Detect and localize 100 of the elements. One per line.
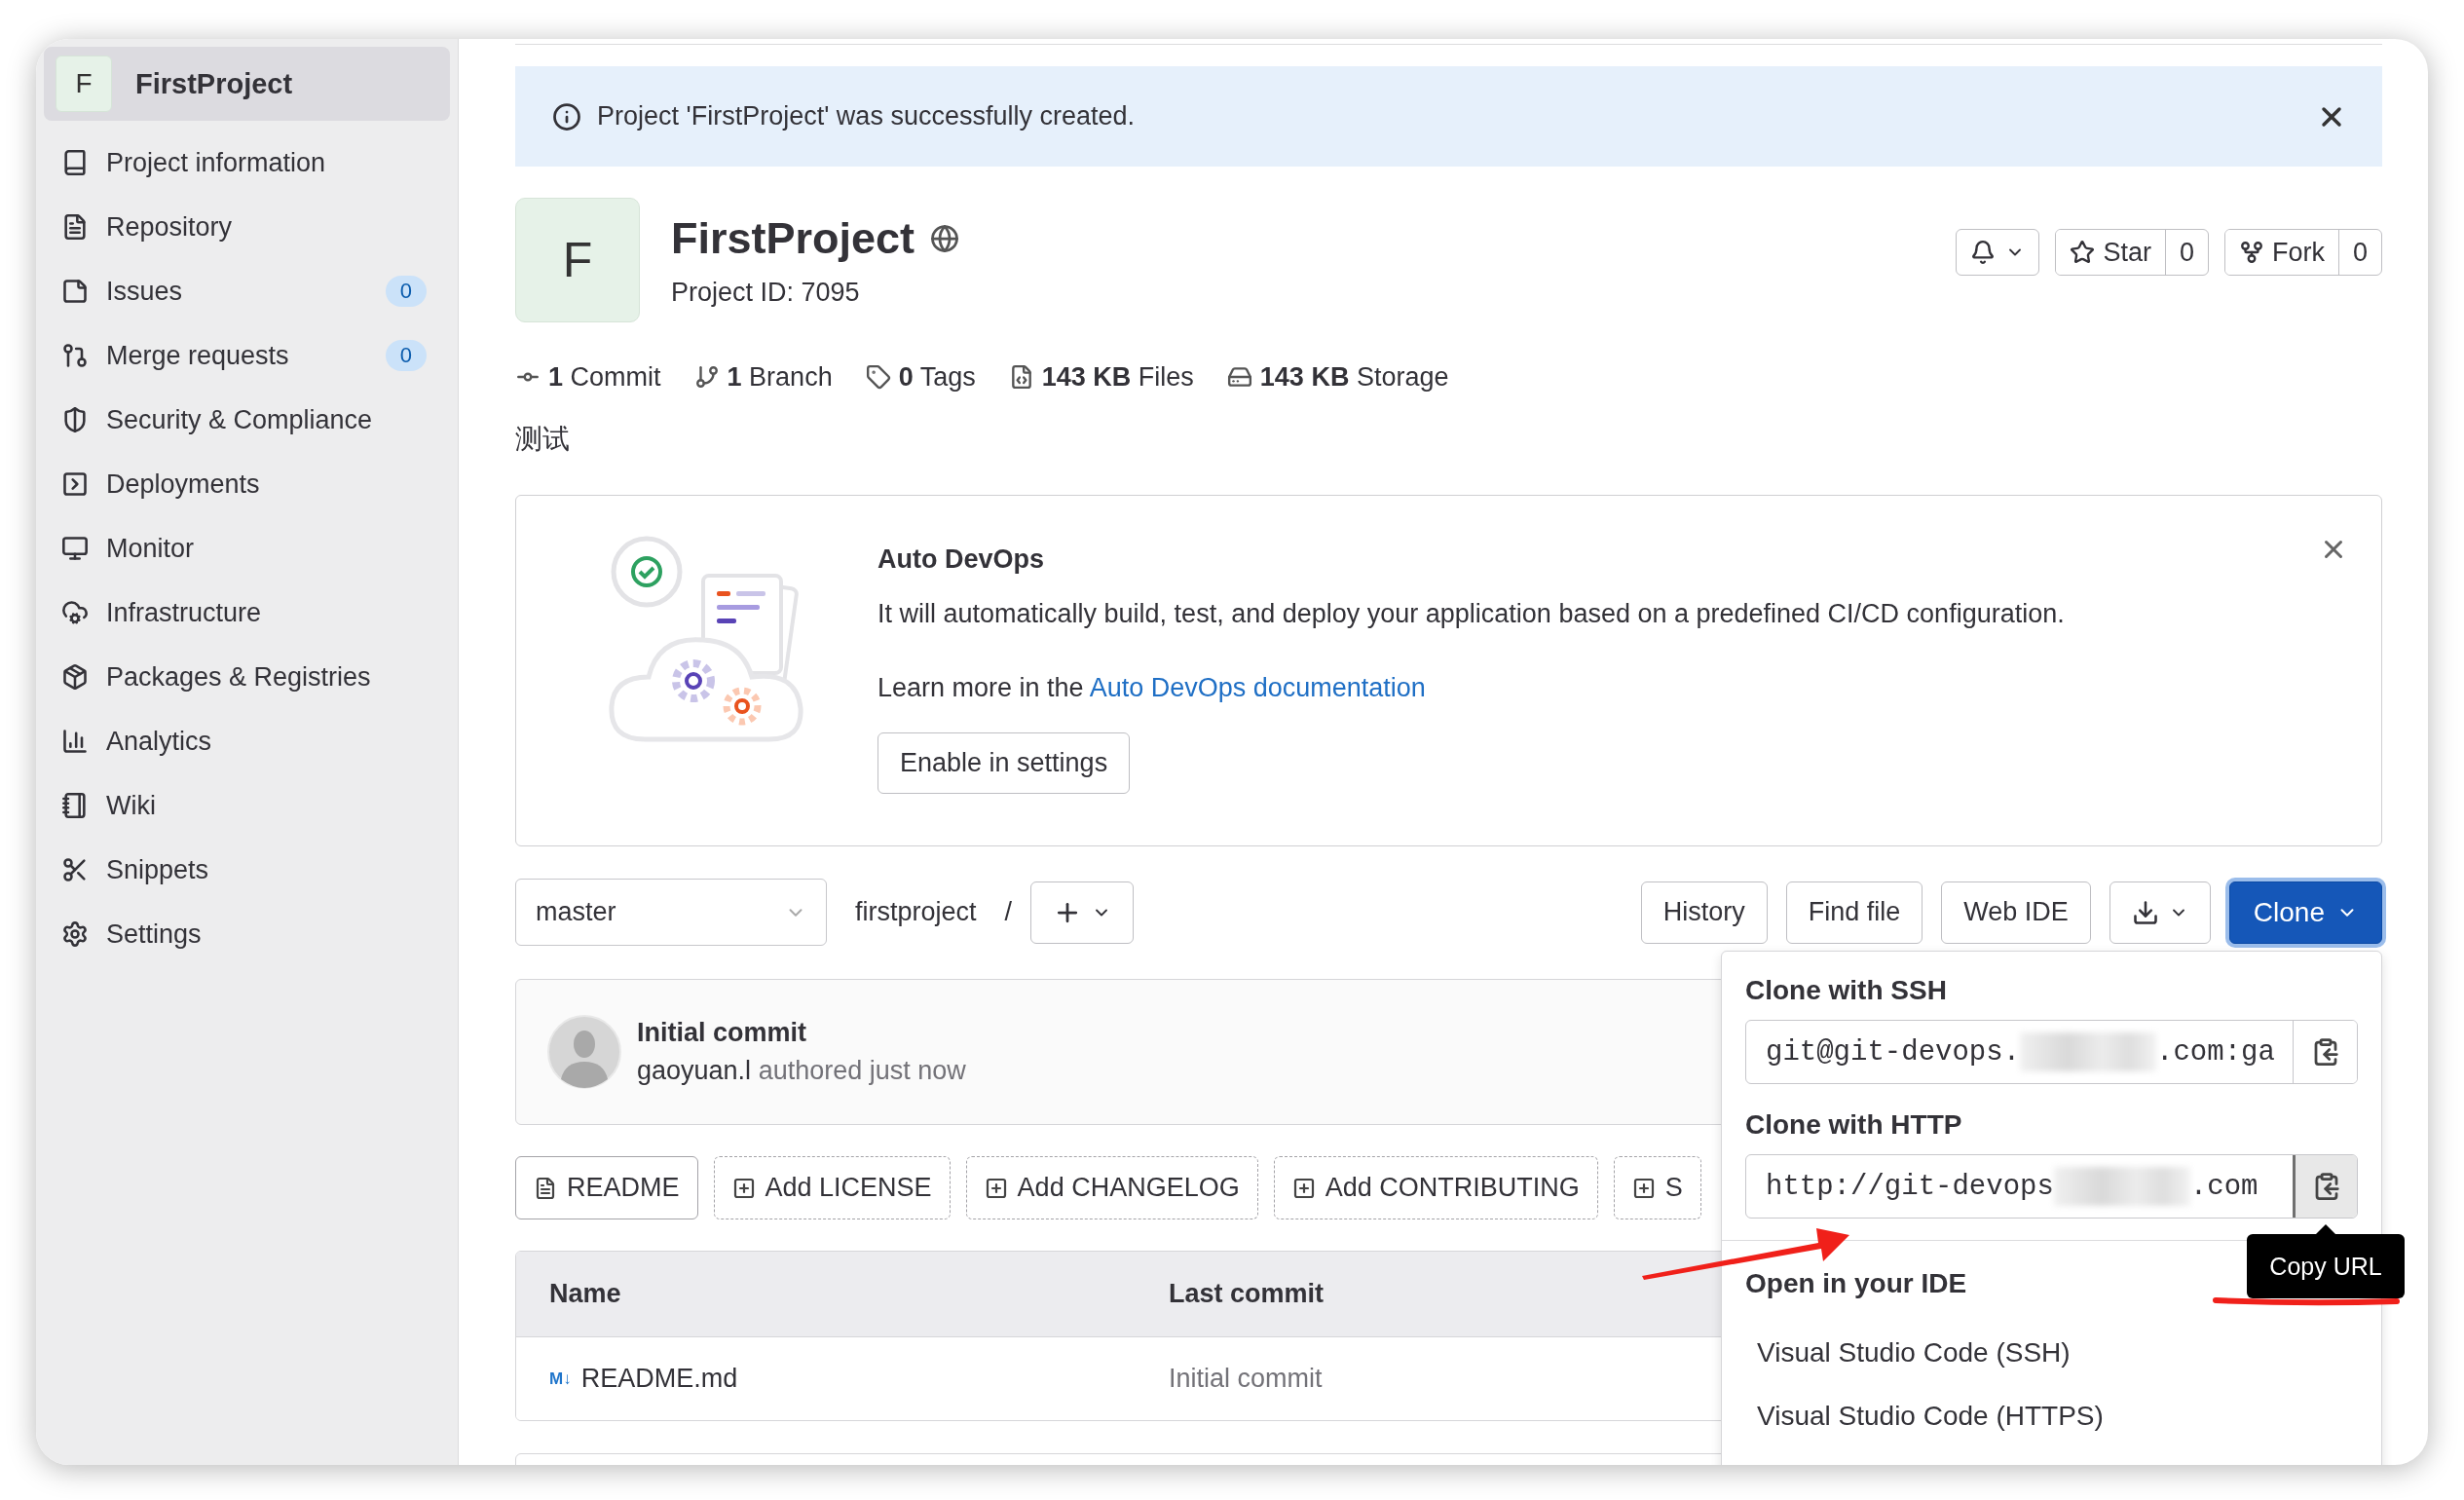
tooltip-arrow	[2316, 1224, 2335, 1234]
settings-icon	[61, 920, 89, 948]
file-button[interactable]: Add CHANGELOG	[965, 1156, 1258, 1219]
count-badge: 0	[385, 340, 427, 371]
merge-request-icon	[61, 342, 89, 369]
project-name: FirstProject	[135, 67, 293, 100]
sidebar-item[interactable]: Snippets	[36, 838, 458, 902]
sidebar-item[interactable]: Analytics	[36, 709, 458, 773]
column-header: Name	[549, 1279, 621, 1309]
sidebar-item[interactable]: Packages & Registries	[36, 645, 458, 709]
sidebar-item-label: Security & Compliance	[106, 404, 374, 435]
copy-button[interactable]	[2293, 1021, 2357, 1083]
notification-button[interactable]	[1956, 229, 2040, 276]
project-title: FirstProject	[671, 212, 915, 264]
path-separator: /	[1004, 897, 1013, 927]
table-cell: Initial commit	[1169, 1364, 1323, 1394]
commit-title: Initial commit	[637, 1018, 808, 1048]
file-name[interactable]: README.md	[580, 1364, 738, 1394]
stat-link[interactable]: 0 Tags	[865, 361, 976, 393]
sidebar-item[interactable]: Infrastructure	[36, 581, 458, 645]
file-button[interactable]: Add LICENSE	[713, 1156, 951, 1219]
fork-icon	[2238, 240, 2264, 265]
stat-text: 143 KB Files	[1041, 361, 1194, 393]
monitor-icon	[61, 535, 89, 562]
menu-item[interactable]: Visual Studio Code (HTTPS)	[1757, 1384, 2104, 1447]
package-icon	[61, 663, 89, 691]
sidebar-item-label: Packages & Registries	[106, 661, 372, 693]
sidebar-item[interactable]: Deployments	[36, 452, 458, 516]
section-title: Clone with SSH	[1745, 974, 1947, 1007]
enable-settings-button[interactable]: Enable in settings	[877, 732, 1131, 794]
storage-icon	[1226, 364, 1252, 390]
count-badge: 0	[385, 276, 427, 307]
column-header: Last commit	[1169, 1279, 1325, 1309]
stat-link[interactable]: 143 KB Files	[1008, 361, 1194, 393]
stat-link[interactable]: 1 Commit	[515, 361, 661, 393]
file-button[interactable]: S	[1613, 1156, 1701, 1219]
download-icon	[2131, 898, 2159, 926]
sidebar-item[interactable]: Repository	[36, 195, 458, 259]
sidebar-item[interactable]: Security & Compliance	[36, 388, 458, 452]
stat-link[interactable]: 1 Branch	[693, 361, 833, 393]
scissors-icon	[61, 856, 89, 883]
book-icon	[61, 149, 89, 176]
project-id: Project ID: 7095	[671, 277, 861, 308]
alert-message: Project 'FirstProject' was successfully created.	[597, 101, 1136, 131]
file-button[interactable]: README	[515, 1156, 698, 1219]
sidebar-item-label: Repository	[106, 211, 234, 243]
plus-square-icon	[1631, 1176, 1656, 1200]
stat-text: 1 Commit	[548, 361, 661, 393]
note-icon	[61, 278, 89, 305]
sidebar-item[interactable]: Monitor	[36, 516, 458, 581]
file-button[interactable]: Add CONTRIBUTING	[1273, 1156, 1598, 1219]
project-avatar: F	[56, 56, 112, 112]
stat-text: 1 Branch	[727, 361, 833, 393]
project-avatar: F	[515, 198, 640, 322]
document-icon	[61, 213, 89, 241]
sidebar-item-label: Project information	[106, 147, 327, 178]
card-text: It will automatically build, test, and deploy your application based on a predefined CI/CD configuration.	[877, 599, 2066, 629]
sidebar-item[interactable]: Merge requests 0	[36, 323, 458, 388]
sidebar-item-label: Monitor	[106, 533, 196, 564]
sidebar-item-label: Analytics	[106, 726, 213, 757]
menu-item[interactable]: Visual Studio Code (SSH)	[1757, 1321, 2071, 1384]
commit-meta: gaoyuan.l authored just now	[637, 1056, 966, 1086]
toolbar-button[interactable]: Find file	[1785, 881, 1923, 944]
sidebar-item[interactable]: Project information	[36, 131, 458, 195]
sidebar-item-label: Wiki	[106, 790, 157, 821]
tag-icon	[865, 364, 891, 390]
document-icon	[534, 1176, 557, 1200]
plus-square-icon	[1291, 1176, 1316, 1200]
action-count[interactable]: 0	[2164, 230, 2208, 275]
cloud-gear-icon	[61, 599, 89, 626]
project-nav-header[interactable]: F FirstProject	[44, 47, 450, 121]
toolbar-button[interactable]: History	[1640, 881, 1768, 944]
info-icon	[552, 101, 581, 131]
branch-icon	[693, 364, 720, 390]
sidebar-item[interactable]: Issues 0	[36, 259, 458, 323]
copy-button[interactable]	[2293, 1155, 2357, 1218]
branch-dropdown[interactable]: master	[515, 879, 827, 946]
star-icon	[2070, 240, 2096, 265]
shield-icon	[61, 406, 89, 433]
sidebar-item-label: Infrastructure	[106, 597, 263, 628]
plus-square-icon	[731, 1176, 756, 1200]
tooltip: Copy URL	[2247, 1234, 2405, 1298]
documentation-link[interactable]: Auto DevOps documentation	[1089, 673, 1426, 702]
sidebar-item-label: Deployments	[106, 469, 261, 500]
sidebar-item-label: Merge requests	[106, 340, 290, 371]
card-title: Auto DevOps	[877, 544, 1046, 575]
sidebar-item-label: Settings	[106, 919, 203, 950]
project-description: 测试	[515, 423, 571, 456]
action-count[interactable]: 0	[2337, 230, 2381, 275]
toolbar-button[interactable]: Web IDE	[1941, 881, 2091, 944]
path-breadcrumb: firstproject	[855, 897, 977, 927]
sidebar-item-label: Issues	[106, 276, 184, 307]
markdown-icon: M↓	[549, 1369, 572, 1389]
sidebar-item[interactable]: Settings	[36, 902, 458, 966]
notebook-icon	[61, 792, 89, 819]
download-button[interactable]	[2109, 881, 2211, 944]
learn-more-text: Learn more in the Auto DevOps documentation	[877, 673, 1427, 703]
sidebar-item[interactable]: Wiki	[36, 773, 458, 838]
chevron-square-icon	[61, 470, 89, 498]
table-cell[interactable]: M↓ README.md	[549, 1364, 738, 1394]
